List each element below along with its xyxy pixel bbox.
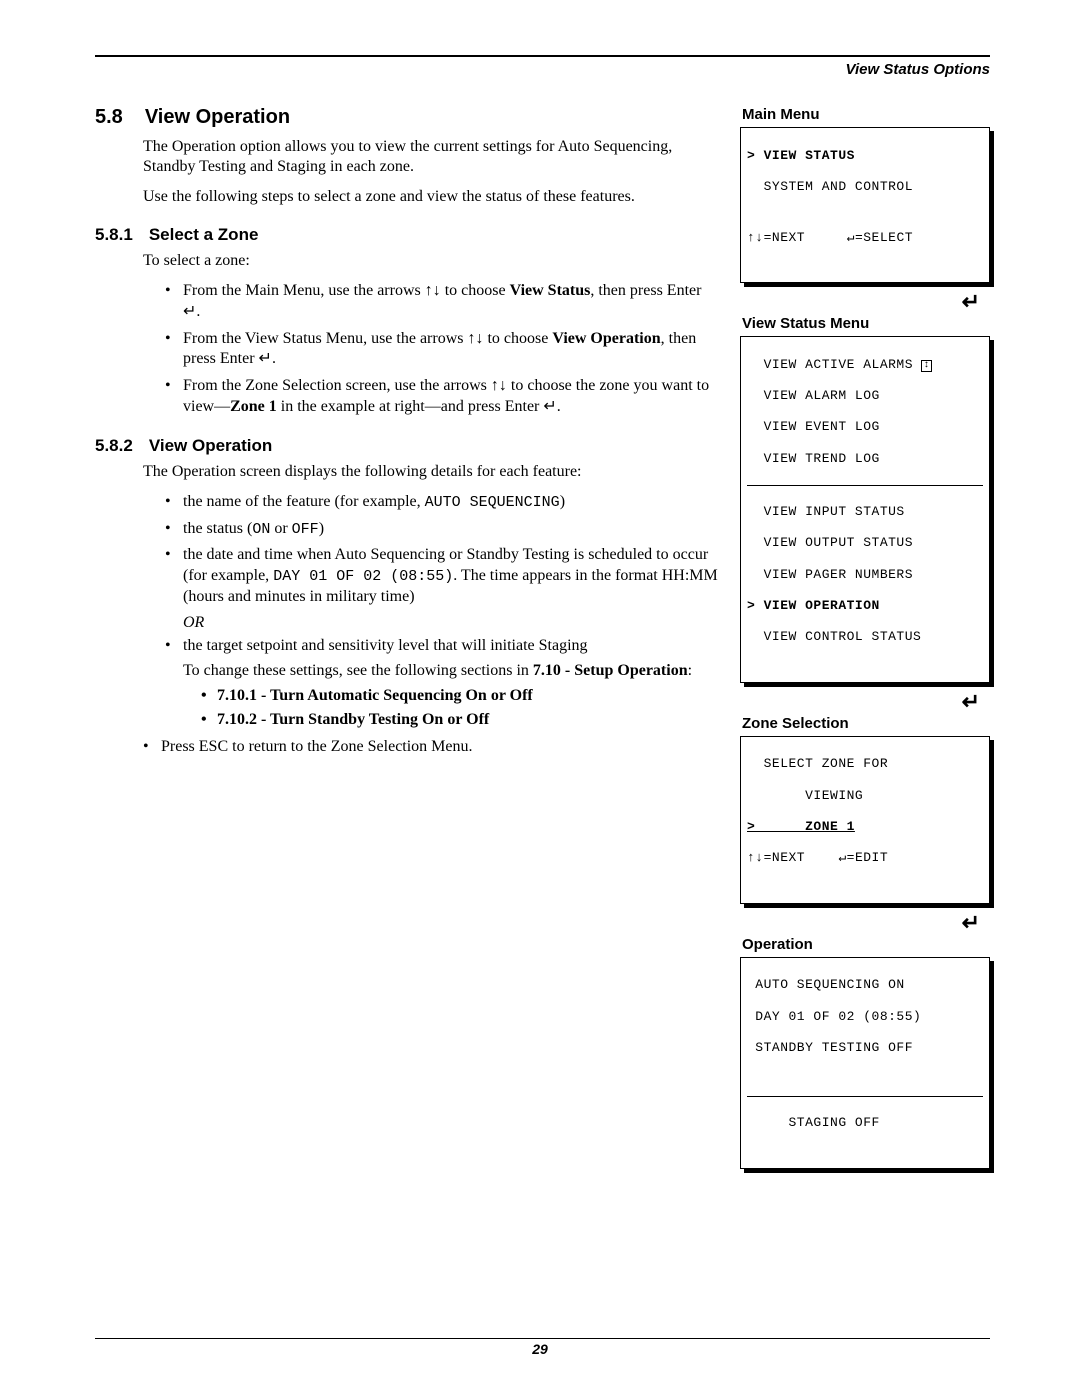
- divider: [747, 485, 983, 486]
- body-column: 5.8 View Operation The Operation option …: [95, 106, 718, 763]
- list-item: the status (ON or OFF): [165, 519, 718, 540]
- screen-title: View Status Menu: [742, 315, 990, 332]
- text: or: [270, 520, 291, 537]
- subsection-number: 5.8.2: [95, 436, 133, 456]
- screen-line: VIEW INPUT STATUS: [747, 504, 983, 520]
- text-bold: 7.10 - Setup Operation: [533, 662, 688, 679]
- text: the status (: [183, 520, 252, 537]
- view-op-details-2: the target setpoint and sensitivity leve…: [165, 636, 718, 731]
- text: ): [319, 520, 324, 537]
- screens-column: Main Menu > VIEW STATUS SYSTEM AND CONTR…: [740, 106, 990, 1177]
- text-bold: Zone 1: [230, 398, 277, 415]
- enter-icon: ↵: [740, 912, 980, 934]
- screen-line: VIEW ACTIVE ALARMS ↕: [747, 357, 983, 373]
- view-status-screen: VIEW ACTIVE ALARMS ↕ VIEW ALARM LOG VIEW…: [740, 336, 990, 682]
- enter-icon: ↵: [740, 691, 980, 713]
- screen-line: DAY 01 OF 02 (08:55): [747, 1009, 983, 1025]
- subsection-heading: 5.8.1 Select a Zone: [95, 225, 718, 245]
- content-columns: 5.8 View Operation The Operation option …: [95, 106, 990, 1177]
- intro-para-1: The Operation option allows you to view …: [143, 137, 718, 177]
- subsection-title: Select a Zone: [149, 225, 259, 245]
- text-mono: ON: [252, 521, 270, 538]
- zone-selection-screen: SELECT ZONE FOR VIEWING > ZONE 1 ↑↓=NEXT…: [740, 736, 990, 904]
- or-separator: OR: [183, 614, 718, 632]
- screen-nav: ↑↓=NEXT ↵=SELECT: [747, 230, 983, 246]
- change-note: To change these settings, see the follow…: [183, 661, 718, 682]
- screen-line: > VIEW OPERATION: [747, 598, 983, 614]
- screen-line: > ZONE 1: [747, 819, 983, 835]
- select-zone-lead: To select a zone:: [143, 251, 718, 271]
- subsection-title: View Operation: [149, 436, 272, 456]
- section-heading: 5.8 View Operation: [95, 106, 718, 129]
- screen-line: VIEW TREND LOG: [747, 451, 983, 467]
- text: From the Main Menu, use the arrows ↑↓ to…: [183, 282, 510, 299]
- list-item: From the View Status Menu, use the arrow…: [165, 329, 718, 371]
- screen-line: STAGING OFF: [747, 1115, 983, 1131]
- list-item: the target setpoint and sensitivity leve…: [165, 636, 718, 731]
- screen-line: VIEW OUTPUT STATUS: [747, 535, 983, 551]
- section-title: View Operation: [145, 106, 290, 129]
- main-menu-screen: > VIEW STATUS SYSTEM AND CONTROL ↑↓=NEXT…: [740, 127, 990, 283]
- text: To change these settings, see the follow…: [183, 662, 533, 679]
- text-mono: OFF: [292, 521, 319, 538]
- screen-line: VIEW EVENT LOG: [747, 419, 983, 435]
- list-item: From the Main Menu, use the arrows ↑↓ to…: [165, 281, 718, 323]
- text-bold: View Status: [510, 282, 591, 299]
- list-item: the date and time when Auto Sequencing o…: [165, 545, 718, 607]
- text: in the example at right—and press Enter …: [277, 398, 561, 415]
- view-op-lead: The Operation screen displays the follow…: [143, 462, 718, 482]
- screen-line: VIEWING: [747, 788, 983, 804]
- page-number: 29: [0, 1341, 1080, 1357]
- list-item: Press ESC to return to the Zone Selectio…: [143, 737, 718, 758]
- screen-line: VIEW PAGER NUMBERS: [747, 567, 983, 583]
- top-rule: [95, 55, 990, 57]
- screen-line: VIEW CONTROL STATUS: [747, 629, 983, 645]
- operation-screen: AUTO SEQUENCING ON DAY 01 OF 02 (08:55) …: [740, 957, 990, 1169]
- footer-rule: [95, 1338, 990, 1339]
- intro-para-2: Use the following steps to select a zone…: [143, 187, 718, 207]
- list-item: 7.10.1 - Turn Automatic Sequencing On or…: [201, 685, 718, 707]
- text: the target setpoint and sensitivity leve…: [183, 637, 588, 654]
- page: View Status Options 5.8 View Operation T…: [0, 0, 1080, 1397]
- setup-links: 7.10.1 - Turn Automatic Sequencing On or…: [201, 685, 718, 730]
- list-item: the name of the feature (for example, AU…: [165, 492, 718, 513]
- screen-title: Main Menu: [742, 106, 990, 123]
- screen-line: STANDBY TESTING OFF: [747, 1040, 983, 1056]
- text: :: [688, 662, 692, 679]
- screen-title: Zone Selection: [742, 715, 990, 732]
- screen-nav: ↑↓=NEXT ↵=EDIT: [747, 850, 983, 866]
- view-op-details: the name of the feature (for example, AU…: [165, 492, 718, 608]
- screen-title: Operation: [742, 936, 990, 953]
- section-number: 5.8: [95, 106, 123, 129]
- divider: [747, 1096, 983, 1097]
- running-head: View Status Options: [95, 61, 990, 78]
- screen-line: > VIEW STATUS: [747, 148, 983, 164]
- list-item: 7.10.2 - Turn Standby Testing On or Off: [201, 709, 718, 731]
- screen-line: VIEW ALARM LOG: [747, 388, 983, 404]
- list-item: From the Zone Selection screen, use the …: [165, 376, 718, 418]
- subsection-number: 5.8.1: [95, 225, 133, 245]
- select-zone-steps: From the Main Menu, use the arrows ↑↓ to…: [165, 281, 718, 418]
- text: the name of the feature (for example,: [183, 493, 425, 510]
- screen-line: SYSTEM AND CONTROL: [747, 179, 983, 195]
- text-bold: View Operation: [552, 330, 660, 347]
- subsection-heading: 5.8.2 View Operation: [95, 436, 718, 456]
- text: ): [560, 493, 565, 510]
- scroll-icon: ↕: [921, 360, 932, 372]
- text-mono: DAY 01 OF 02 (08:55): [273, 568, 453, 585]
- text-mono: AUTO SEQUENCING: [425, 494, 560, 511]
- esc-note: Press ESC to return to the Zone Selectio…: [143, 737, 718, 758]
- screen-line: SELECT ZONE FOR: [747, 756, 983, 772]
- text: From the View Status Menu, use the arrow…: [183, 330, 552, 347]
- enter-icon: ↵: [740, 291, 980, 313]
- screen-line: AUTO SEQUENCING ON: [747, 977, 983, 993]
